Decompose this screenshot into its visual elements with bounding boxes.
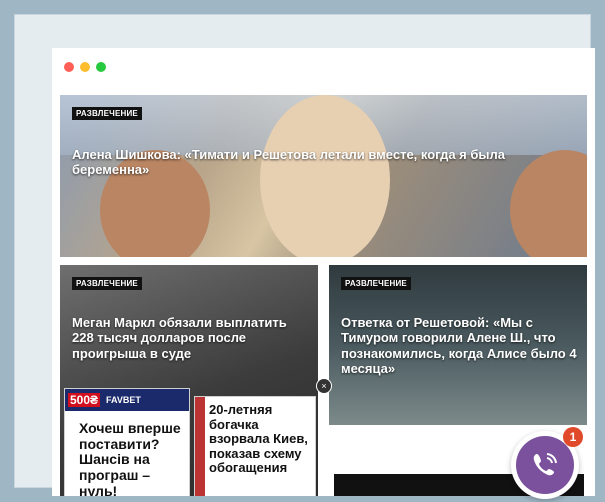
ad-text: 20-летняя богачка взорвала Киев, показав… — [209, 402, 308, 476]
window-controls — [64, 62, 106, 72]
ad-brand: FAVBET — [106, 395, 141, 405]
preview-panel: РАЗВЛЕЧЕНИЕ Алена Шишкова: «Тимати и Реш… — [14, 14, 595, 499]
category-tag[interactable]: РАЗВЛЕЧЕНИЕ — [72, 107, 142, 120]
notification-badge: 1 — [563, 427, 583, 447]
hero-article-card[interactable]: РАЗВЛЕЧЕНИЕ Алена Шишкова: «Тимати и Реш… — [60, 95, 587, 257]
ad-favbet[interactable]: 500₴ FAVBET Хочеш вперше поставити? Шанс… — [64, 388, 190, 496]
maximize-dot[interactable] — [96, 62, 106, 72]
minimize-dot[interactable] — [80, 62, 90, 72]
category-tag[interactable]: РАЗВЛЕЧЕНИЕ — [72, 277, 142, 290]
article-card-right[interactable]: РАЗВЛЕЧЕНИЕ Ответка от Решетовой: «Мы с … — [329, 265, 587, 425]
browser-window: РАЗВЛЕЧЕНИЕ Алена Шишкова: «Тимати и Реш… — [52, 48, 595, 496]
ad-banner: 500₴ FAVBET — [65, 389, 189, 411]
ad-close-button[interactable]: × — [316, 378, 332, 394]
ad-text: Хочеш вперше поставити? Шансів на програ… — [79, 420, 181, 496]
category-tag[interactable]: РАЗВЛЕЧЕНИЕ — [341, 277, 411, 290]
ad-image-strip — [195, 397, 205, 496]
ad-teaser[interactable]: 20-летняя богачка взорвала Киев, показав… — [194, 396, 316, 496]
article-headline[interactable]: Меган Маркл обязали выплатить 228 тысяч … — [72, 315, 312, 361]
article-headline[interactable]: Ответка от Решетовой: «Мы с Тимуром гово… — [341, 315, 577, 376]
close-dot[interactable] — [64, 62, 74, 72]
ad-logo: 500₴ — [68, 393, 101, 407]
viber-icon — [516, 436, 574, 494]
article-headline[interactable]: Алена Шишкова: «Тимати и Решетова летали… — [72, 147, 562, 178]
